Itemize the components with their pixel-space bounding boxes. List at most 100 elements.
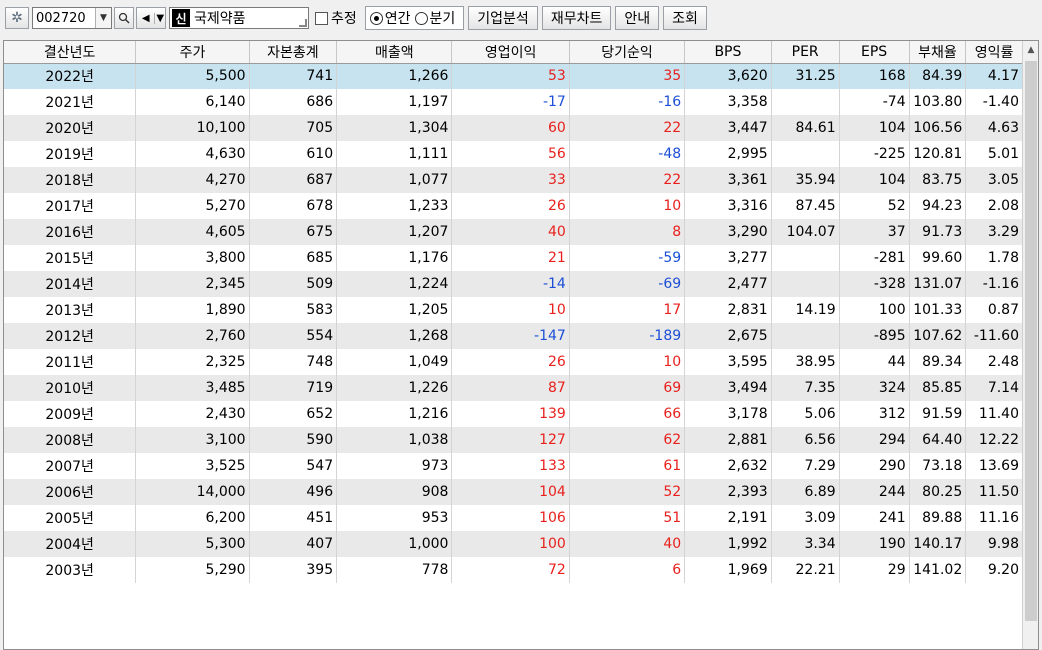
table-cell: 1,266 bbox=[336, 63, 453, 89]
table-cell: 6,140 bbox=[135, 89, 250, 115]
table-cell: 3,290 bbox=[684, 219, 772, 245]
column-header[interactable]: BPS bbox=[684, 41, 772, 64]
annual-label: 연간 bbox=[384, 11, 411, 27]
table-cell: -48 bbox=[569, 141, 686, 167]
radio-selected-icon[interactable] bbox=[369, 11, 383, 25]
table-cell: 3,494 bbox=[684, 375, 772, 401]
guide-button[interactable]: 안내 bbox=[615, 6, 660, 30]
quarter-radio[interactable]: 분기 bbox=[414, 8, 455, 28]
radio-unselected-icon[interactable] bbox=[414, 11, 428, 25]
table-cell: 22 bbox=[569, 115, 686, 141]
table-row[interactable]: 2005년 6,200 451 953 106 51 2,191 3.09 241 89.88 11… bbox=[4, 505, 1023, 531]
column-header[interactable]: EPS bbox=[839, 41, 910, 64]
checkbox-box[interactable] bbox=[315, 11, 328, 25]
table-row[interactable]: 2020년 10,100 705 1,304 60 22 3,447 84.61 104 106.… bbox=[4, 115, 1023, 141]
column-header[interactable]: 영익률 bbox=[965, 41, 1023, 64]
column-header[interactable]: PER bbox=[771, 41, 840, 64]
table-cell: 652 bbox=[249, 401, 338, 427]
speaker-icon: ◀ bbox=[141, 12, 150, 24]
table-cell: -328 bbox=[839, 271, 910, 297]
table-row[interactable]: 2012년 2,760 554 1,268 -147 -189 2,675 -895 107.6… bbox=[4, 323, 1023, 349]
table-cell: 84.61 bbox=[771, 115, 840, 141]
table-cell: 685 bbox=[249, 245, 338, 271]
table-row[interactable]: 2004년 5,300 407 1,000 100 40 1,992 3.34 190 140.1… bbox=[4, 531, 1023, 557]
table-cell: 3.34 bbox=[771, 531, 840, 557]
column-header[interactable]: 부채율 bbox=[909, 41, 967, 64]
vertical-scrollbar[interactable]: ▲ bbox=[1022, 41, 1038, 649]
chevron-down-icon[interactable]: ▼ bbox=[154, 12, 165, 24]
column-header[interactable]: 매출액 bbox=[336, 41, 453, 64]
column-header[interactable]: 주가 bbox=[135, 41, 250, 64]
table-cell: 2,831 bbox=[684, 297, 772, 323]
annual-radio[interactable]: 연간 bbox=[369, 8, 411, 28]
query-button[interactable]: 조회 bbox=[663, 6, 707, 30]
table-cell: 83.75 bbox=[909, 167, 967, 193]
table-cell: 11.16 bbox=[965, 505, 1023, 531]
table-row[interactable]: 2010년 3,485 719 1,226 87 69 3,494 7.35 324 85.85 7… bbox=[4, 375, 1023, 401]
table-row[interactable]: 2006년 14,000 496 908 104 52 2,393 6.89 244 80.25 1… bbox=[4, 479, 1023, 505]
company-name-field[interactable]: 신 국제약품 bbox=[169, 7, 309, 29]
table-cell: 312 bbox=[839, 401, 910, 427]
table-cell: 1,226 bbox=[336, 375, 453, 401]
table-row[interactable]: 2016년 4,605 675 1,207 40 8 3,290 104.07 37 91.73 3… bbox=[4, 219, 1023, 245]
table-cell: 104.07 bbox=[771, 219, 840, 245]
table-cell: 106.56 bbox=[909, 115, 967, 141]
table-row[interactable]: 2003년 5,290 395 778 72 6 1,969 22.21 29 141.02 9.2… bbox=[4, 557, 1023, 583]
header-row: 결산년도 주가 자본총계 매출액 영업이익 당기순익 BPS PER EPS 부채율 영익률 bbox=[4, 41, 1023, 64]
table-cell: 133 bbox=[451, 453, 570, 479]
table-cell: 687 bbox=[249, 167, 338, 193]
column-header[interactable]: 당기순익 bbox=[569, 41, 686, 64]
table-cell: 4.17 bbox=[965, 63, 1023, 89]
financial-chart-button[interactable]: 재무차트 bbox=[541, 6, 612, 30]
table-cell: 3,277 bbox=[684, 245, 772, 271]
chevron-down-icon[interactable]: ▼ bbox=[95, 8, 111, 28]
table-cell: 29 bbox=[839, 557, 910, 583]
stock-code-input[interactable]: 002720 ▼ bbox=[32, 7, 112, 29]
column-header[interactable]: 결산년도 bbox=[4, 41, 137, 64]
table-cell: 554 bbox=[249, 323, 338, 349]
table-cell: 3,358 bbox=[684, 89, 772, 115]
table-cell: 1,268 bbox=[336, 323, 453, 349]
table-row[interactable]: 2022년 5,500 741 1,266 53 35 3,620 31.25 168 84.39… bbox=[4, 63, 1023, 89]
table-cell: 101.33 bbox=[909, 297, 967, 323]
market-badge: 신 bbox=[172, 9, 190, 27]
table-row[interactable]: 2007년 3,525 547 973 133 61 2,632 7.29 290 73.18 13… bbox=[4, 453, 1023, 479]
search-button[interactable] bbox=[114, 7, 134, 29]
table-cell: -74 bbox=[839, 89, 910, 115]
table-cell: 2.08 bbox=[965, 193, 1023, 219]
table-row[interactable]: 2009년 2,430 652 1,216 139 66 3,178 5.06 312 91.59… bbox=[4, 401, 1023, 427]
table-cell: 3,620 bbox=[684, 63, 772, 89]
column-header[interactable]: 영업이익 bbox=[451, 41, 570, 64]
table-row[interactable]: 2013년 1,890 583 1,205 10 17 2,831 14.19 100 101.3… bbox=[4, 297, 1023, 323]
table-cell bbox=[771, 141, 840, 167]
table-cell: -1.16 bbox=[965, 271, 1023, 297]
column-header[interactable]: 자본총계 bbox=[249, 41, 338, 64]
scrollbar-thumb[interactable] bbox=[1025, 61, 1037, 621]
chevron-up-icon[interactable]: ▲ bbox=[1023, 41, 1038, 59]
table-row[interactable]: 2015년 3,800 685 1,176 21 -59 3,277 -281 99.60 1.7… bbox=[4, 245, 1023, 271]
table-row[interactable]: 2018년 4,270 687 1,077 33 22 3,361 35.94 104 83.75… bbox=[4, 167, 1023, 193]
table-cell: 2,430 bbox=[135, 401, 250, 427]
toolbar: ✲ 002720 ▼ ◀ ▼ 신 국제약품 추정 연간 분기 기업분석 재무차트… bbox=[0, 0, 1042, 36]
table-cell: 748 bbox=[249, 349, 338, 375]
table-cell: 103.80 bbox=[909, 89, 967, 115]
table-cell: 7.29 bbox=[771, 453, 840, 479]
table-cell: 11.40 bbox=[965, 401, 1023, 427]
table-cell: 2,393 bbox=[684, 479, 772, 505]
table-cell: 2014년 bbox=[4, 271, 137, 297]
table-row[interactable]: 2021년 6,140 686 1,197 -17 -16 3,358 -74 103.80 -1… bbox=[4, 89, 1023, 115]
table-row[interactable]: 2008년 3,100 590 1,038 127 62 2,881 6.56 294 64.40… bbox=[4, 427, 1023, 453]
estimate-checkbox[interactable]: 추정 bbox=[315, 8, 357, 28]
table-cell: 6.89 bbox=[771, 479, 840, 505]
table-row[interactable]: 2011년 2,325 748 1,049 26 10 3,595 38.95 44 89.34 2… bbox=[4, 349, 1023, 375]
table-row[interactable]: 2017년 5,270 678 1,233 26 10 3,316 87.45 52 94.23 2… bbox=[4, 193, 1023, 219]
table-row[interactable]: 2019년 4,630 610 1,111 56 -48 2,995 -225 120.81 5.… bbox=[4, 141, 1023, 167]
table-cell: 7.14 bbox=[965, 375, 1023, 401]
search-icon bbox=[118, 12, 130, 24]
settings-button[interactable]: ✲ bbox=[5, 7, 29, 29]
company-analysis-button[interactable]: 기업분석 bbox=[468, 6, 538, 30]
table-cell: 2019년 bbox=[4, 141, 137, 167]
sound-button[interactable]: ◀ ▼ bbox=[136, 7, 166, 29]
table-row[interactable]: 2014년 2,345 509 1,224 -14 -69 2,477 -328 131.07-… bbox=[4, 271, 1023, 297]
table-cell: 3,800 bbox=[135, 245, 250, 271]
